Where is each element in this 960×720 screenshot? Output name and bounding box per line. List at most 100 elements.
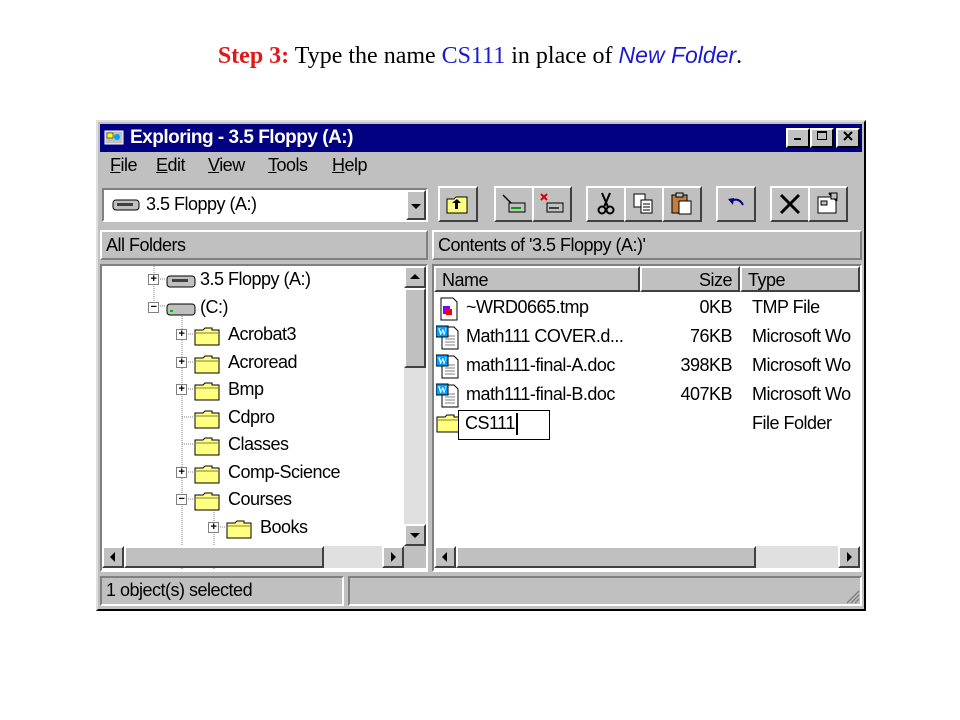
tree-item[interactable]: Classes [102, 433, 402, 459]
menu-view[interactable]: View [208, 155, 245, 176]
column-size[interactable]: Size [640, 266, 740, 292]
file-name: Math111 COVER.d... [466, 326, 624, 346]
delete-button[interactable] [770, 186, 810, 222]
tree-item[interactable]: + Bmp [102, 378, 402, 404]
tree-scroll-right-button[interactable] [382, 546, 404, 568]
cut-button[interactable] [586, 186, 626, 222]
step-label: Step 3: [217, 43, 290, 69]
menu-edit[interactable]: Edit [156, 155, 186, 176]
collapse-icon[interactable]: − [176, 494, 187, 505]
collapse-icon[interactable]: − [148, 301, 159, 313]
file-size: 407KB [680, 384, 732, 404]
expand-icon[interactable]: + [148, 274, 159, 285]
rename-text: CS111 [465, 413, 515, 433]
close-button[interactable] [836, 128, 860, 148]
explorer-window: Exploring - 3.5 Floppy (A:) File Edit Vi… [96, 120, 866, 611]
tree-hscroll-thumb[interactable] [124, 546, 324, 568]
maximize-icon [817, 131, 827, 140]
tree-scroll-left-button[interactable] [102, 546, 124, 568]
column-type[interactable]: Type [740, 266, 860, 292]
tree-scroll-thumb[interactable] [404, 288, 426, 368]
maximize-button[interactable] [810, 128, 834, 148]
file-row[interactable]: W Math111 COVER.d... 76KB Microsoft Wo [434, 323, 860, 351]
tree-item[interactable]: +3.5 Floppy (A:) [102, 268, 402, 294]
contents-scroll-right-button[interactable] [838, 546, 860, 568]
contents-list: Name Size Type ~WRD0665.tmp 0KB TMP File W M… [432, 264, 862, 572]
file-type: File Folder [752, 413, 832, 433]
contents-scroll-left-button[interactable] [434, 546, 456, 568]
properties-button[interactable] [808, 186, 848, 222]
tree-item[interactable]: + Books [102, 516, 402, 542]
rename-input[interactable]: CS111 [458, 410, 550, 440]
folder-icon [226, 518, 252, 545]
floppy-drive-icon [166, 270, 196, 297]
copy-button[interactable] [624, 186, 664, 222]
map-network-drive-icon [502, 194, 526, 213]
menu-file[interactable]: File [110, 155, 138, 176]
arrow-right-icon [391, 552, 396, 562]
menu-tools[interactable]: Tools [268, 155, 308, 176]
tree-item[interactable]: Cdpro [102, 406, 402, 432]
expand-icon[interactable]: + [208, 521, 219, 533]
svg-text:W: W [438, 356, 447, 366]
contents-hscroll-thumb[interactable] [456, 546, 756, 568]
expand-icon[interactable]: + [176, 356, 187, 368]
tree-item-label: Comp-Science [228, 461, 341, 482]
address-text: 3.5 Floppy (A:) [146, 194, 257, 214]
tree-item[interactable]: + Acroread [102, 351, 402, 377]
tree-item[interactable]: − (C:) [102, 296, 402, 322]
map-drive-button[interactable] [494, 186, 534, 222]
expand-icon[interactable]: + [176, 329, 187, 340]
floppy-drive-icon [112, 199, 140, 211]
tree-item[interactable]: − Courses [102, 488, 402, 514]
tree-item[interactable]: + Acrobat3 [102, 323, 402, 349]
resize-grip-icon[interactable] [842, 586, 860, 604]
delete-x-icon [779, 193, 801, 215]
folder-icon [194, 380, 220, 407]
address-dropdown-button[interactable] [406, 190, 426, 220]
address-combo[interactable]: 3.5 Floppy (A:) [102, 188, 428, 222]
tree-item-label: Acrobat3 [228, 324, 297, 344]
file-type: TMP File [752, 297, 820, 317]
close-icon [843, 131, 853, 141]
caption-text-2: in place of [505, 43, 619, 69]
minimize-button[interactable] [786, 128, 810, 148]
renaming-folder-row[interactable]: CS111 File Folder [434, 410, 860, 440]
tree-item-label: Classes [228, 434, 289, 454]
column-name[interactable]: Name [434, 266, 640, 292]
menu-help[interactable]: Help [332, 155, 368, 176]
undo-icon [728, 198, 744, 206]
expand-icon[interactable]: + [176, 384, 187, 395]
file-rows: ~WRD0665.tmp 0KB TMP File W Math111 COVER.d.… [434, 294, 860, 544]
hard-drive-icon [166, 298, 196, 325]
disconnect-drive-button[interactable] [532, 186, 572, 222]
folder-icon [194, 435, 220, 462]
tree-item[interactable]: + Comp-Science [102, 461, 402, 487]
title-bar[interactable]: Exploring - 3.5 Floppy (A:) [100, 124, 862, 152]
up-one-level-button[interactable] [438, 186, 478, 222]
scissors-icon [597, 192, 615, 215]
tree-scroll-down-button[interactable] [404, 524, 426, 546]
file-row[interactable]: ~WRD0665.tmp 0KB TMP File [434, 294, 860, 322]
file-size: 398KB [680, 355, 732, 375]
file-row[interactable]: Wmath111-final-B.doc 407KB Microsoft Wo [434, 381, 860, 409]
file-type: Microsoft Wo [752, 326, 851, 346]
folder-icon [194, 325, 220, 352]
tree-scroll-up-button[interactable] [404, 266, 426, 288]
undo-button[interactable] [716, 186, 756, 222]
tree-item-label: 3.5 Floppy (A:) [200, 269, 311, 289]
menu-bar: File Edit View Tools Help [100, 152, 862, 180]
file-size: 0KB [699, 297, 732, 317]
disconnect-drive-icon [540, 193, 564, 213]
tree-item-label: Bmp [228, 379, 264, 399]
file-row[interactable]: Wmath111-final-A.doc 398KB Microsoft Wo [434, 352, 860, 380]
tree-hscrollbar[interactable] [102, 546, 404, 568]
up-folder-icon [446, 196, 468, 214]
arrow-right-icon [847, 552, 852, 562]
file-type: Microsoft Wo [752, 384, 851, 404]
contents-hscrollbar[interactable] [434, 546, 860, 568]
expand-icon[interactable]: + [176, 466, 187, 478]
paste-button[interactable] [662, 186, 702, 222]
tree-vscrollbar[interactable] [404, 266, 426, 546]
arrow-left-icon [110, 552, 115, 562]
